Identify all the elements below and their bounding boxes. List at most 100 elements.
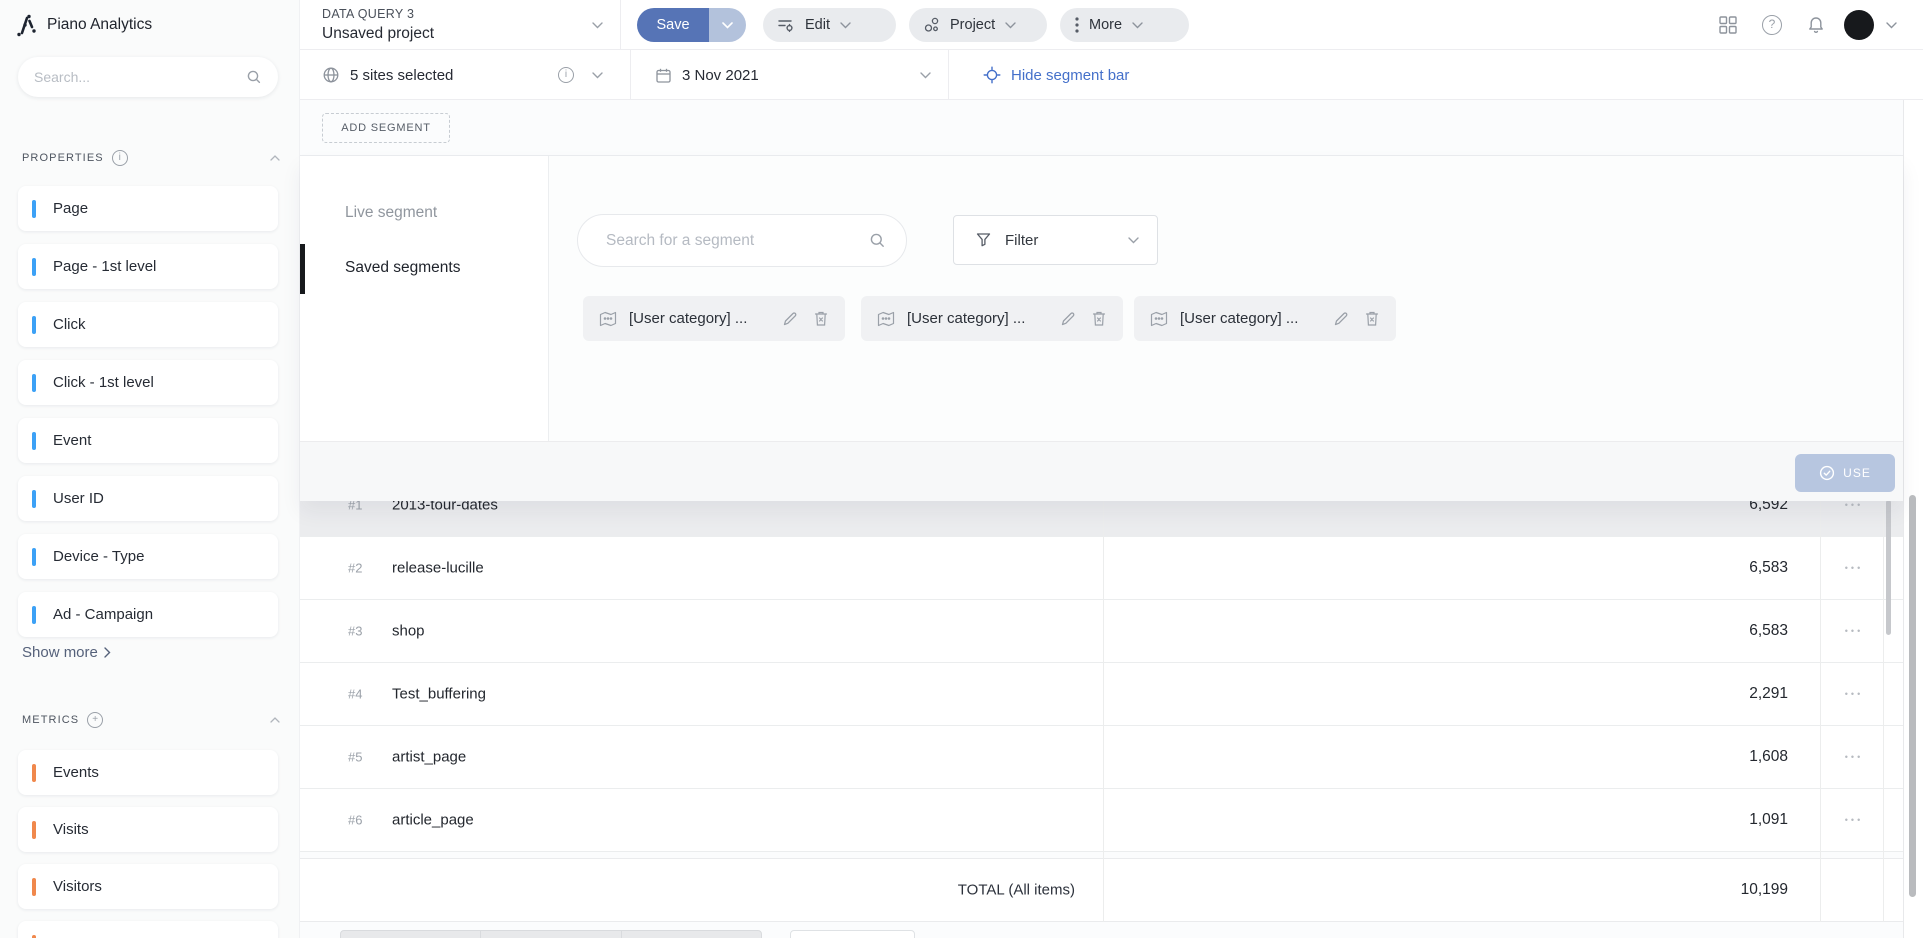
app-root: Piano Analytics PROPERTIES i Page Page -…	[0, 0, 1923, 938]
row-menu-button[interactable]: •••	[1824, 752, 1884, 762]
row-menu-button[interactable]: •••	[1824, 815, 1884, 825]
edit-segment-button[interactable]	[782, 310, 799, 327]
sidebar-search-input[interactable]	[34, 69, 246, 85]
bottom-pagination-partial[interactable]	[340, 930, 762, 938]
segment-map-icon	[599, 311, 617, 327]
info-icon[interactable]: i	[112, 150, 128, 166]
pencil-icon	[1333, 310, 1350, 327]
segment-panel-tabs: Live segment Saved segments	[300, 156, 549, 441]
row-menu-button[interactable]: •••	[1824, 500, 1884, 510]
property-accent-bar	[32, 258, 36, 276]
row-menu-button[interactable]: •••	[1824, 626, 1884, 636]
more-button[interactable]: More	[1060, 8, 1189, 42]
edit-label: Edit	[805, 17, 830, 33]
delete-segment-button[interactable]	[1364, 310, 1380, 327]
check-circle-icon	[1819, 465, 1835, 481]
edit-segment-button[interactable]	[1333, 310, 1350, 327]
show-more-label: Show more	[22, 644, 98, 661]
sidebar-item-click[interactable]: Click	[18, 302, 278, 347]
property-label: Click - 1st level	[53, 374, 154, 391]
property-accent-bar	[32, 316, 36, 334]
property-accent-bar	[32, 200, 36, 218]
sites-selected-label: 5 sites selected	[350, 67, 453, 84]
use-segment-button[interactable]: USE	[1795, 454, 1895, 492]
table-scrollbar-thumb[interactable]	[1886, 500, 1891, 635]
table-row[interactable]: #5 artist_page 1,608 •••	[300, 726, 1903, 789]
table-total-row: TOTAL (All items) 10,199	[300, 858, 1903, 922]
project-button[interactable]: Project	[909, 8, 1047, 42]
hide-segment-bar-toggle[interactable]: Hide segment bar	[983, 50, 1129, 100]
query-status: Unsaved project	[322, 25, 434, 43]
sidebar-search	[18, 57, 278, 97]
sidebar-item-partial-metric[interactable]	[18, 921, 278, 938]
sidebar-item-click-1st-level[interactable]: Click - 1st level	[18, 360, 278, 405]
account-chevron-icon[interactable]	[1886, 22, 1897, 29]
top-bar: DATA QUERY 3 Unsaved project Save Edit P…	[300, 0, 1923, 50]
plus-circle-icon[interactable]: +	[87, 712, 103, 728]
sidebar-item-user-id[interactable]: User ID	[18, 476, 278, 521]
date-range-selector[interactable]: 3 Nov 2021	[655, 50, 759, 100]
filter-label: Filter	[1005, 232, 1114, 249]
segment-search-input[interactable]	[606, 232, 869, 250]
sidebar-item-event[interactable]: Event	[18, 418, 278, 463]
segment-chip[interactable]: [User category] ...	[583, 296, 845, 341]
tab-live-segment[interactable]: Live segment	[345, 204, 437, 222]
total-value: 10,199	[1741, 881, 1788, 899]
sidebar-item-visitors-metric[interactable]: Visitors	[18, 864, 278, 909]
search-icon	[246, 69, 262, 85]
show-more-link[interactable]: Show more	[22, 644, 111, 661]
add-segment-button[interactable]: ADD SEGMENT	[322, 113, 450, 143]
user-avatar[interactable]	[1844, 10, 1874, 40]
sites-info-icon[interactable]: i	[558, 67, 574, 83]
row-name: artist_page	[392, 749, 466, 766]
apps-grid-icon[interactable]	[1718, 15, 1738, 35]
sidebar-item-device-type[interactable]: Device - Type	[18, 534, 278, 579]
sidebar-item-ad-campaign[interactable]: Ad - Campaign	[18, 592, 278, 637]
total-label: TOTAL (All items)	[958, 882, 1075, 899]
segment-chip-label: [User category] ...	[629, 310, 768, 327]
delete-segment-button[interactable]	[813, 310, 829, 327]
date-chevron-icon[interactable]	[920, 72, 931, 79]
pencil-icon	[1060, 310, 1077, 327]
row-name: Test_buffering	[392, 686, 486, 703]
segment-chip-label: [User category] ...	[1180, 310, 1319, 327]
segment-panel: Live segment Saved segments Filter [User…	[300, 155, 1903, 500]
tab-saved-segments[interactable]: Saved segments	[345, 259, 460, 277]
page-scrollbar-thumb[interactable]	[1909, 495, 1916, 897]
row-rank: #4	[348, 687, 362, 702]
segment-map-icon	[1150, 311, 1168, 327]
table-row[interactable]: #6 article_page 1,091 •••	[300, 789, 1903, 852]
delete-segment-button[interactable]	[1091, 310, 1107, 327]
row-menu-button[interactable]: •••	[1824, 689, 1884, 699]
notifications-bell-icon[interactable]	[1806, 15, 1826, 35]
save-options-button[interactable]	[709, 8, 746, 42]
save-button[interactable]: Save	[637, 8, 709, 42]
table-row[interactable]: #2 release-lucille 6,583 •••	[300, 537, 1903, 600]
sites-chevron-icon[interactable]	[592, 72, 603, 79]
row-rank: #5	[348, 750, 362, 765]
sidebar-item-page-1st-level[interactable]: Page - 1st level	[18, 244, 278, 289]
segment-chip[interactable]: [User category] ...	[861, 296, 1123, 341]
edit-segment-button[interactable]	[1060, 310, 1077, 327]
chevron-up-icon[interactable]	[270, 155, 280, 161]
metric-accent-bar	[32, 878, 36, 896]
help-icon[interactable]: ?	[1762, 15, 1782, 35]
query-selector-chevron-icon[interactable]	[592, 22, 603, 29]
segment-chip[interactable]: [User category] ...	[1134, 296, 1396, 341]
save-split-button: Save	[637, 8, 746, 42]
table-row[interactable]: #3 shop 6,583 •••	[300, 600, 1903, 663]
property-label: User ID	[53, 490, 104, 507]
row-menu-button[interactable]: •••	[1824, 563, 1884, 573]
table-row[interactable]: #4 Test_buffering 2,291 •••	[300, 663, 1903, 726]
property-accent-bar	[32, 490, 36, 508]
chevron-up-icon[interactable]	[270, 717, 280, 723]
trash-icon	[1091, 310, 1107, 327]
segment-filter-dropdown[interactable]: Filter	[953, 215, 1158, 265]
site-selector[interactable]: 5 sites selected	[322, 50, 453, 100]
sidebar-item-events-metric[interactable]: Events	[18, 750, 278, 795]
sidebar-item-page[interactable]: Page	[18, 186, 278, 231]
bottom-selector-partial[interactable]	[790, 930, 915, 938]
column-divider	[1820, 500, 1821, 922]
sidebar-item-visits-metric[interactable]: Visits	[18, 807, 278, 852]
edit-button[interactable]: Edit	[763, 8, 896, 42]
